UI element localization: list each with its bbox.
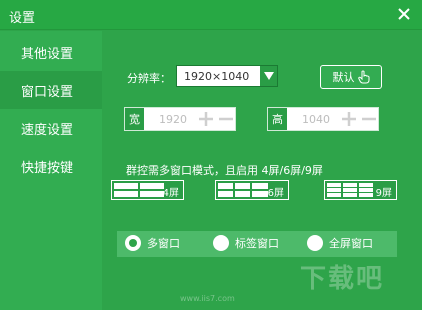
height-field[interactable]: 高 1040 <box>267 107 379 131</box>
width-value: 1920 <box>159 113 187 126</box>
watermark-url: www.iis7.com <box>180 294 235 303</box>
width-field[interactable]: 宽 1920 <box>124 107 236 131</box>
nine-screen-button[interactable]: 9屏 <box>324 180 397 200</box>
four-screen-button[interactable]: 4屏 <box>111 180 184 200</box>
close-icon[interactable] <box>396 6 412 22</box>
radio-unselected-icon <box>213 235 229 251</box>
grid-6-icon <box>218 183 268 197</box>
radio-tab-window[interactable]: 标签窗口 <box>213 235 279 251</box>
window-title: 设置 <box>9 11 36 26</box>
six-screen-button[interactable]: 6屏 <box>215 180 289 200</box>
radio-multi-window[interactable]: 多窗口 <box>125 235 180 251</box>
height-decrease-icon[interactable] <box>360 110 378 128</box>
default-button-label: 默认 <box>332 71 355 84</box>
six-screen-label: 6屏 <box>267 188 284 199</box>
hand-pointer-icon <box>357 70 369 84</box>
four-screen-label: 4屏 <box>162 188 179 199</box>
sidebar-item-shortcut-keys[interactable]: 快捷按键 <box>0 147 102 185</box>
resolution-label: 分辨率： <box>127 72 171 85</box>
grid-4-icon <box>114 183 164 197</box>
radio-fullscreen-window-label: 全屏窗口 <box>329 237 373 250</box>
radio-selected-icon <box>125 235 141 251</box>
height-value: 1040 <box>302 113 330 126</box>
multi-window-note: 群控需多窗口模式，且启用 4屏/6屏/9屏 <box>126 164 323 177</box>
default-button[interactable]: 默认 <box>320 65 382 89</box>
resolution-select[interactable]: 1920×1040 <box>176 65 278 87</box>
dropdown-arrow-icon[interactable] <box>259 66 277 86</box>
sidebar: 其他设置 窗口设置 速度设置 快捷按键 <box>0 31 102 310</box>
watermark-logo: 下载吧 <box>300 264 385 294</box>
sidebar-item-speed-settings[interactable]: 速度设置 <box>0 109 102 147</box>
title-bar: 设置 <box>0 0 422 30</box>
radio-tab-window-label: 标签窗口 <box>235 237 279 250</box>
window-mode-group: 多窗口 标签窗口 全屏窗口 <box>117 231 397 257</box>
height-tag: 高 <box>268 108 288 130</box>
resolution-value: 1920×1040 <box>184 70 250 83</box>
radio-multi-window-label: 多窗口 <box>147 237 180 250</box>
width-tag: 宽 <box>125 108 145 130</box>
height-increase-icon[interactable] <box>340 110 358 128</box>
grid-9-icon <box>327 183 373 197</box>
nine-screen-label: 9屏 <box>375 188 392 199</box>
sidebar-item-other-settings[interactable]: 其他设置 <box>0 33 102 71</box>
width-decrease-icon[interactable] <box>217 110 235 128</box>
width-increase-icon[interactable] <box>197 110 215 128</box>
radio-fullscreen-window[interactable]: 全屏窗口 <box>307 235 373 251</box>
sidebar-item-window-settings[interactable]: 窗口设置 <box>0 71 102 109</box>
radio-unselected-icon <box>307 235 323 251</box>
